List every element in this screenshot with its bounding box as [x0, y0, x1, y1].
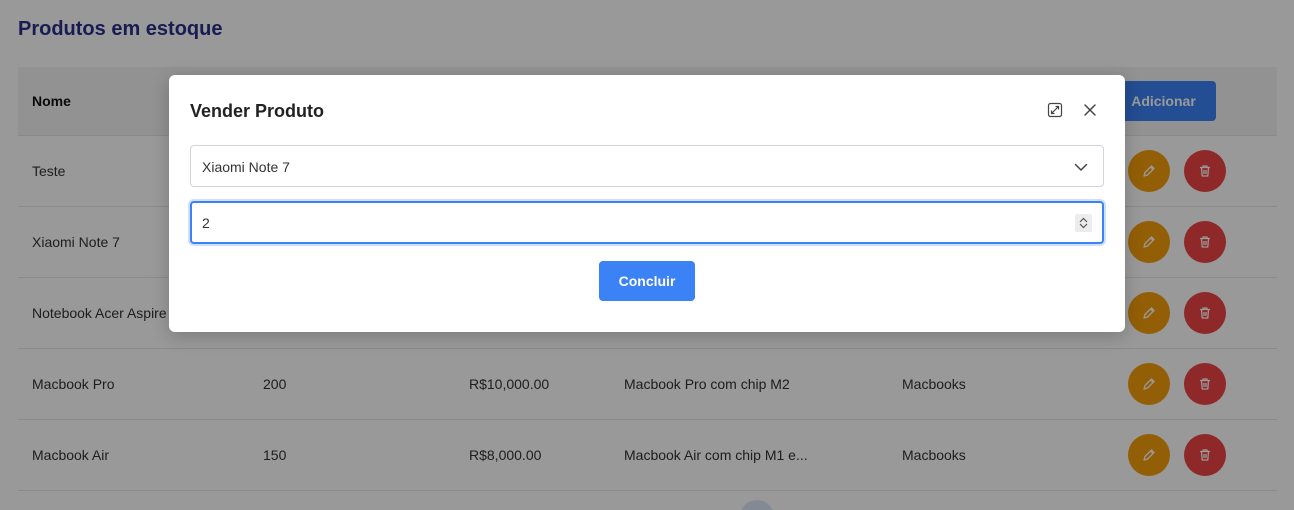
product-select-value: Xiaomi Note 7: [202, 159, 290, 175]
product-select[interactable]: Xiaomi Note 7: [190, 145, 1104, 187]
close-icon[interactable]: [1080, 100, 1100, 120]
quantity-stepper[interactable]: [1075, 214, 1092, 232]
chevron-down-icon[interactable]: [1079, 223, 1088, 229]
sell-product-modal: Vender Produto Xiaomi Note 7 2 Concluir: [169, 75, 1125, 332]
submit-button[interactable]: Concluir: [599, 261, 695, 301]
quantity-value: 2: [202, 215, 210, 231]
expand-icon[interactable]: [1045, 100, 1065, 120]
chevron-down-icon: [1074, 163, 1088, 171]
quantity-input[interactable]: 2: [190, 201, 1104, 244]
modal-title: Vender Produto: [190, 101, 325, 121]
